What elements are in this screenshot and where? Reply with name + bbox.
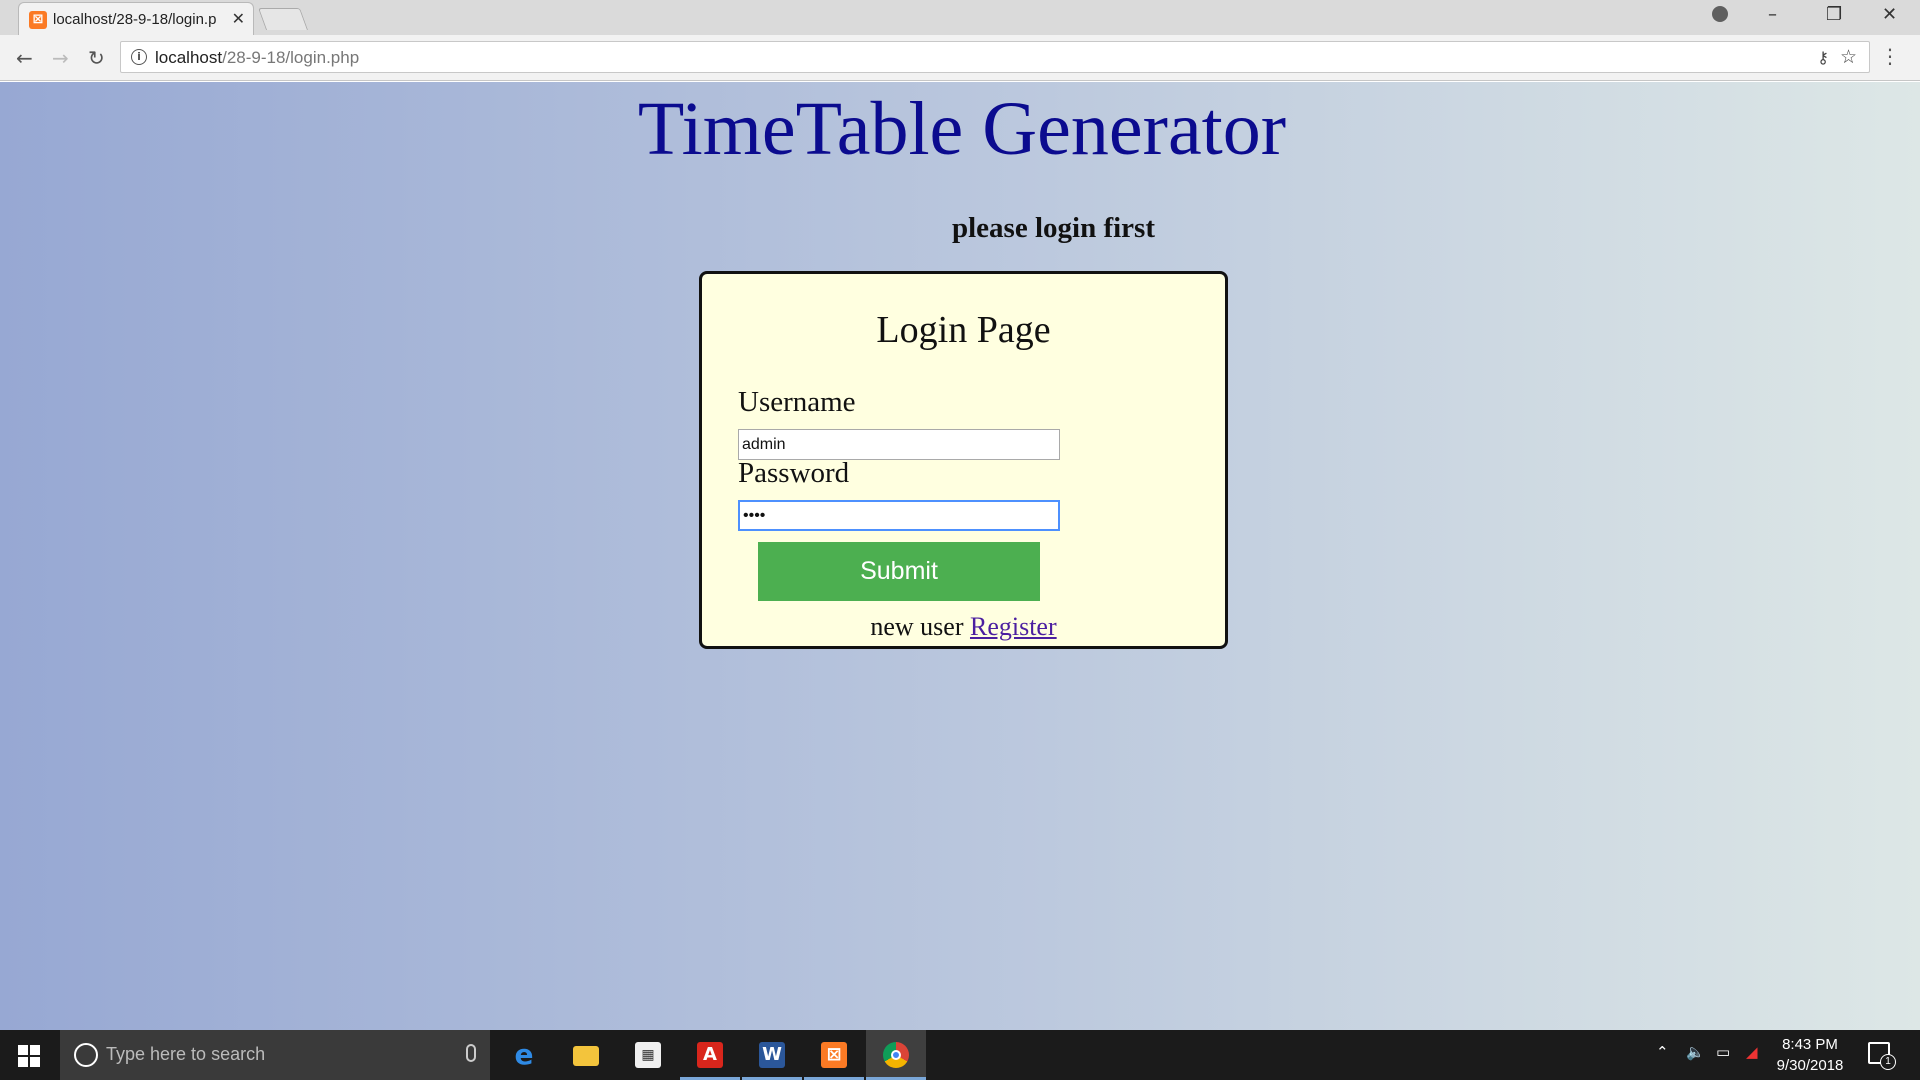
register-link[interactable]: Register [970, 612, 1057, 641]
bookmark-star-icon[interactable]: ☆ [1840, 46, 1857, 68]
page-title: TimeTable Generator [637, 87, 1287, 171]
key-icon[interactable]: ⚷ [1817, 48, 1829, 67]
close-window-icon[interactable]: ✕ [1882, 4, 1897, 25]
cortana-icon [74, 1043, 98, 1067]
url-text: localhost/28-9-18/login.php [155, 48, 360, 67]
taskbar-clock[interactable]: 8:43 PM 9/30/2018 [1770, 1034, 1850, 1076]
restore-icon[interactable]: ❐ [1826, 4, 1842, 25]
username-label: Username [738, 386, 856, 418]
register-line: new user Register [702, 612, 1225, 642]
show-hidden-icons-icon[interactable]: ⌃ [1656, 1043, 1669, 1080]
xampp-favicon-icon: ⊠ [29, 11, 47, 29]
tab-strip: ⊠ localhost/28-9-18/login.p ✕ – ❐ ✕ [0, 0, 1920, 36]
clock-time: 8:43 PM [1782, 1036, 1838, 1053]
store-icon[interactable]: ▦ [618, 1030, 678, 1080]
search-placeholder: Type here to search [106, 1044, 266, 1064]
password-input[interactable] [738, 500, 1060, 531]
tab-title: localhost/28-9-18/login.p [53, 11, 217, 28]
minimize-icon[interactable]: – [1768, 4, 1777, 25]
password-label: Password [738, 457, 850, 489]
word-icon[interactable]: W [742, 1030, 802, 1080]
clock-date: 9/30/2018 [1776, 1057, 1844, 1074]
submit-button[interactable]: Submit [758, 542, 1040, 601]
taskbar-search-box[interactable]: Type here to search [60, 1030, 490, 1080]
site-info-icon[interactable]: i [131, 49, 147, 65]
volume-icon[interactable]: 🔈 [1686, 1043, 1705, 1080]
acrobat-icon[interactable]: A [680, 1030, 740, 1080]
windows-start-icon[interactable] [18, 1045, 40, 1067]
username-input[interactable] [738, 429, 1060, 460]
login-heading: Login Page [876, 309, 1051, 351]
menu-icon[interactable]: ⋮ [1880, 44, 1900, 68]
reload-icon[interactable]: ↻ [88, 46, 105, 70]
tab-close-icon[interactable]: ✕ [232, 9, 245, 28]
edge-icon[interactable]: e [494, 1030, 554, 1080]
address-bar[interactable]: i localhost/28-9-18/login.php ⚷ ☆ [120, 41, 1870, 73]
xampp-icon[interactable]: ⊠ [804, 1030, 864, 1080]
file-explorer-icon[interactable] [556, 1030, 616, 1080]
page-body: TimeTable Generator please login first L… [0, 82, 1920, 1030]
new-user-text: new user [870, 612, 964, 641]
taskbar: Type here to search e ▦ A W ⊠ ⌃ 🔈 ▭ ◢ 8:… [0, 1030, 1920, 1080]
network-icon[interactable]: ◢ [1746, 1043, 1758, 1080]
browser-toolbar: ← → ↻ i localhost/28-9-18/login.php ⚷ ☆ … [0, 35, 1920, 81]
browser-tab[interactable]: ⊠ localhost/28-9-18/login.p ✕ [18, 2, 254, 36]
back-arrow-icon[interactable]: ← [16, 46, 33, 70]
notification-badge: 1 [1880, 1054, 1896, 1070]
login-form: Login Page Username Password Submit new … [699, 271, 1228, 649]
chrome-icon[interactable] [866, 1030, 926, 1080]
battery-icon[interactable]: ▭ [1716, 1043, 1730, 1080]
profile-icon[interactable] [1712, 6, 1728, 22]
microphone-icon[interactable] [466, 1044, 476, 1062]
forward-arrow-icon[interactable]: → [52, 46, 69, 70]
login-notice: please login first [952, 212, 1155, 244]
new-tab-button[interactable] [257, 8, 309, 30]
